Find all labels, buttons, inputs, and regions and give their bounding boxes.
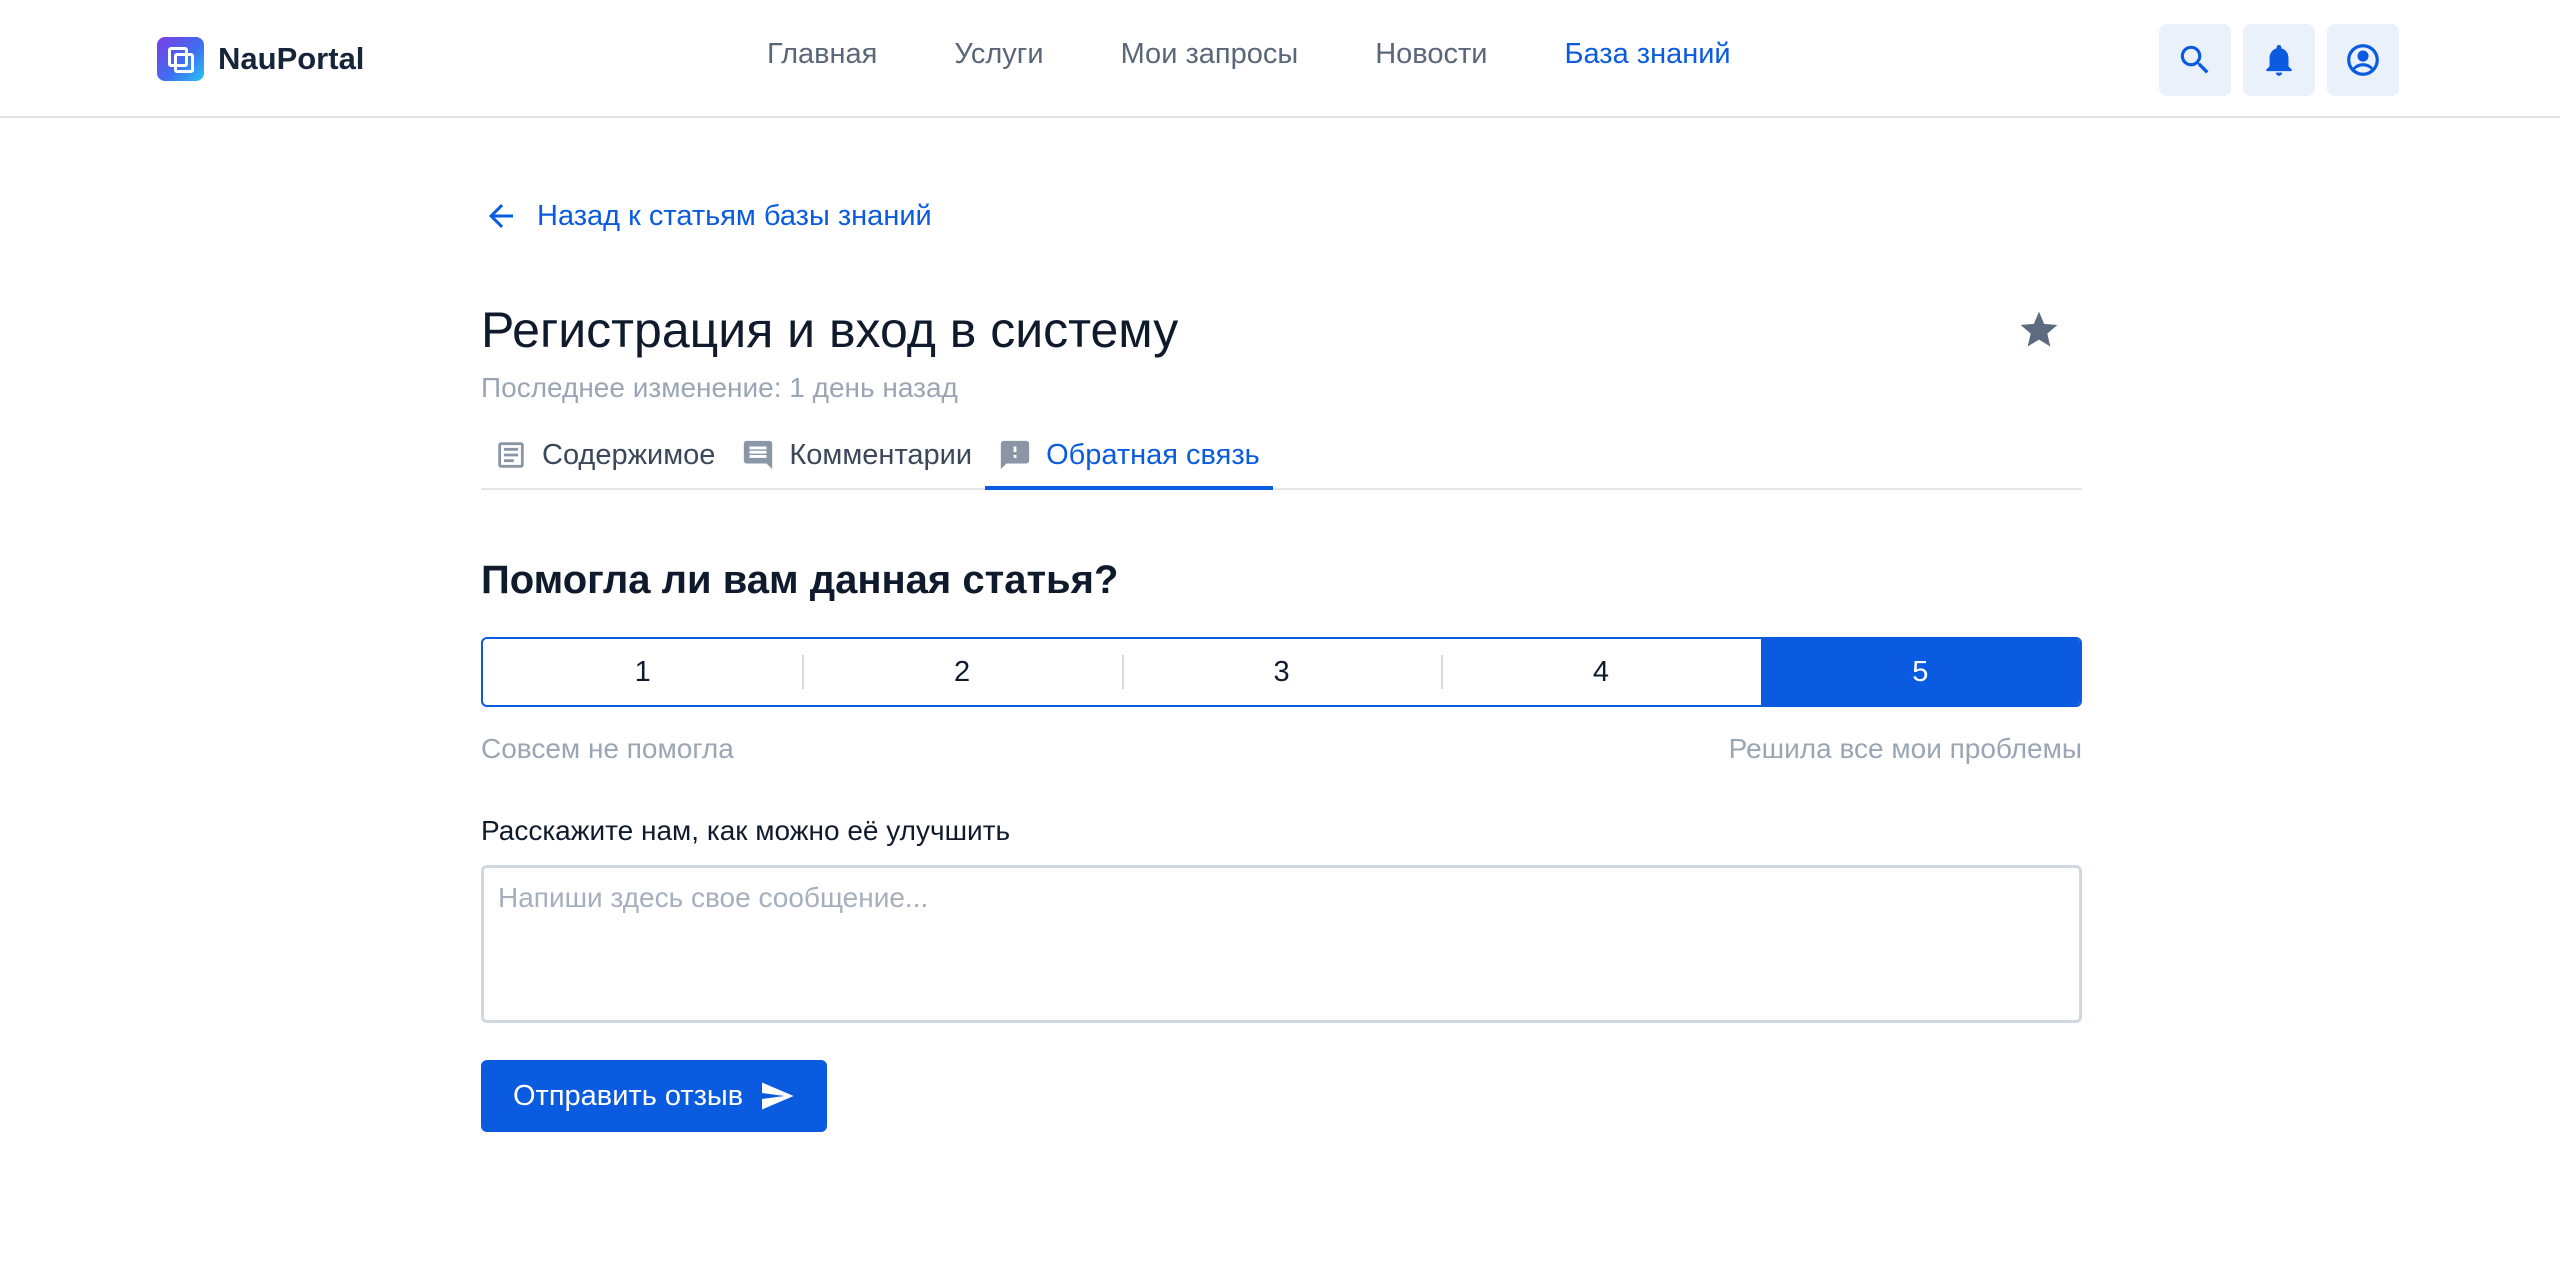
brand[interactable]: NauPortal [157, 37, 364, 81]
search-button[interactable] [2159, 24, 2231, 96]
nav-item-knowledge-base[interactable]: База знаний [1564, 38, 1730, 71]
rating-option-4[interactable]: 4 [1441, 639, 1760, 705]
main-nav: Главная Услуги Мои запросы Новости База … [767, 38, 1808, 71]
top-header: NauPortal Главная Услуги Мои запросы Нов… [0, 0, 2560, 118]
rating-selector: 1 2 3 4 5 [481, 637, 2082, 707]
rating-scale-labels: Совсем не помогла Решила все мои проблем… [481, 733, 2082, 765]
tab-label: Обратная связь [1046, 438, 1260, 471]
feedback-icon [1000, 440, 1030, 470]
tab-content[interactable]: Содержимое [481, 422, 728, 488]
notifications-button[interactable] [2243, 24, 2315, 96]
nav-item-home[interactable]: Главная [767, 38, 877, 71]
main-content: Назад к статьям базы знаний Регистрация … [481, 196, 2082, 1132]
article-icon [498, 442, 524, 468]
comment-icon [744, 440, 773, 470]
title-row: Регистрация и вход в систему [481, 300, 2082, 360]
feedback-question: Помогла ли вам данная статья? [481, 558, 1119, 602]
back-link-label: Назад к статьям базы знаний [537, 199, 932, 232]
rating-min-label: Совсем не помогла [481, 733, 734, 764]
rating-option-2[interactable]: 2 [802, 639, 1121, 705]
star-icon [2020, 311, 2058, 347]
send-icon [762, 1082, 794, 1110]
header-actions [2159, 24, 2399, 96]
brand-logo-icon [157, 37, 204, 81]
rating-option-5[interactable]: 5 [1760, 639, 2080, 705]
rating-max-label: Решила все мои проблемы [1728, 733, 2082, 764]
submit-button-label: Отправить отзыв [513, 1079, 744, 1112]
last-modified: Последнее изменение: 1 день назад [481, 372, 958, 403]
tab-feedback[interactable]: Обратная связь [985, 422, 1273, 490]
favorite-button[interactable] [2017, 308, 2061, 352]
nav-item-my-requests[interactable]: Мои запросы [1121, 38, 1299, 71]
account-button[interactable] [2327, 24, 2399, 96]
account-icon [2347, 44, 2379, 76]
feedback-message-input[interactable] [481, 865, 2082, 1023]
tab-label: Содержимое [542, 438, 716, 471]
nav-item-news[interactable]: Новости [1375, 38, 1487, 71]
page-title: Регистрация и вход в систему [481, 302, 1179, 358]
search-icon [2180, 45, 2209, 74]
rating-option-3[interactable]: 3 [1121, 639, 1441, 705]
tab-comments[interactable]: Комментарии [728, 422, 985, 488]
improve-label: Расскажите нам, как можно её улучшить [481, 815, 1011, 846]
arrow-left-icon [489, 204, 513, 228]
tab-label: Комментарии [789, 438, 973, 471]
submit-feedback-button[interactable]: Отправить отзыв [481, 1060, 828, 1132]
nav-item-services[interactable]: Услуги [954, 38, 1043, 71]
rating-option-1[interactable]: 1 [483, 639, 802, 705]
article-tabs: Содержимое Комментарии Обратная связь [481, 422, 2082, 490]
bell-icon [2266, 44, 2292, 76]
brand-name: NauPortal [218, 41, 365, 76]
back-to-articles-link[interactable]: Назад к статьям базы знаний [481, 196, 2082, 236]
